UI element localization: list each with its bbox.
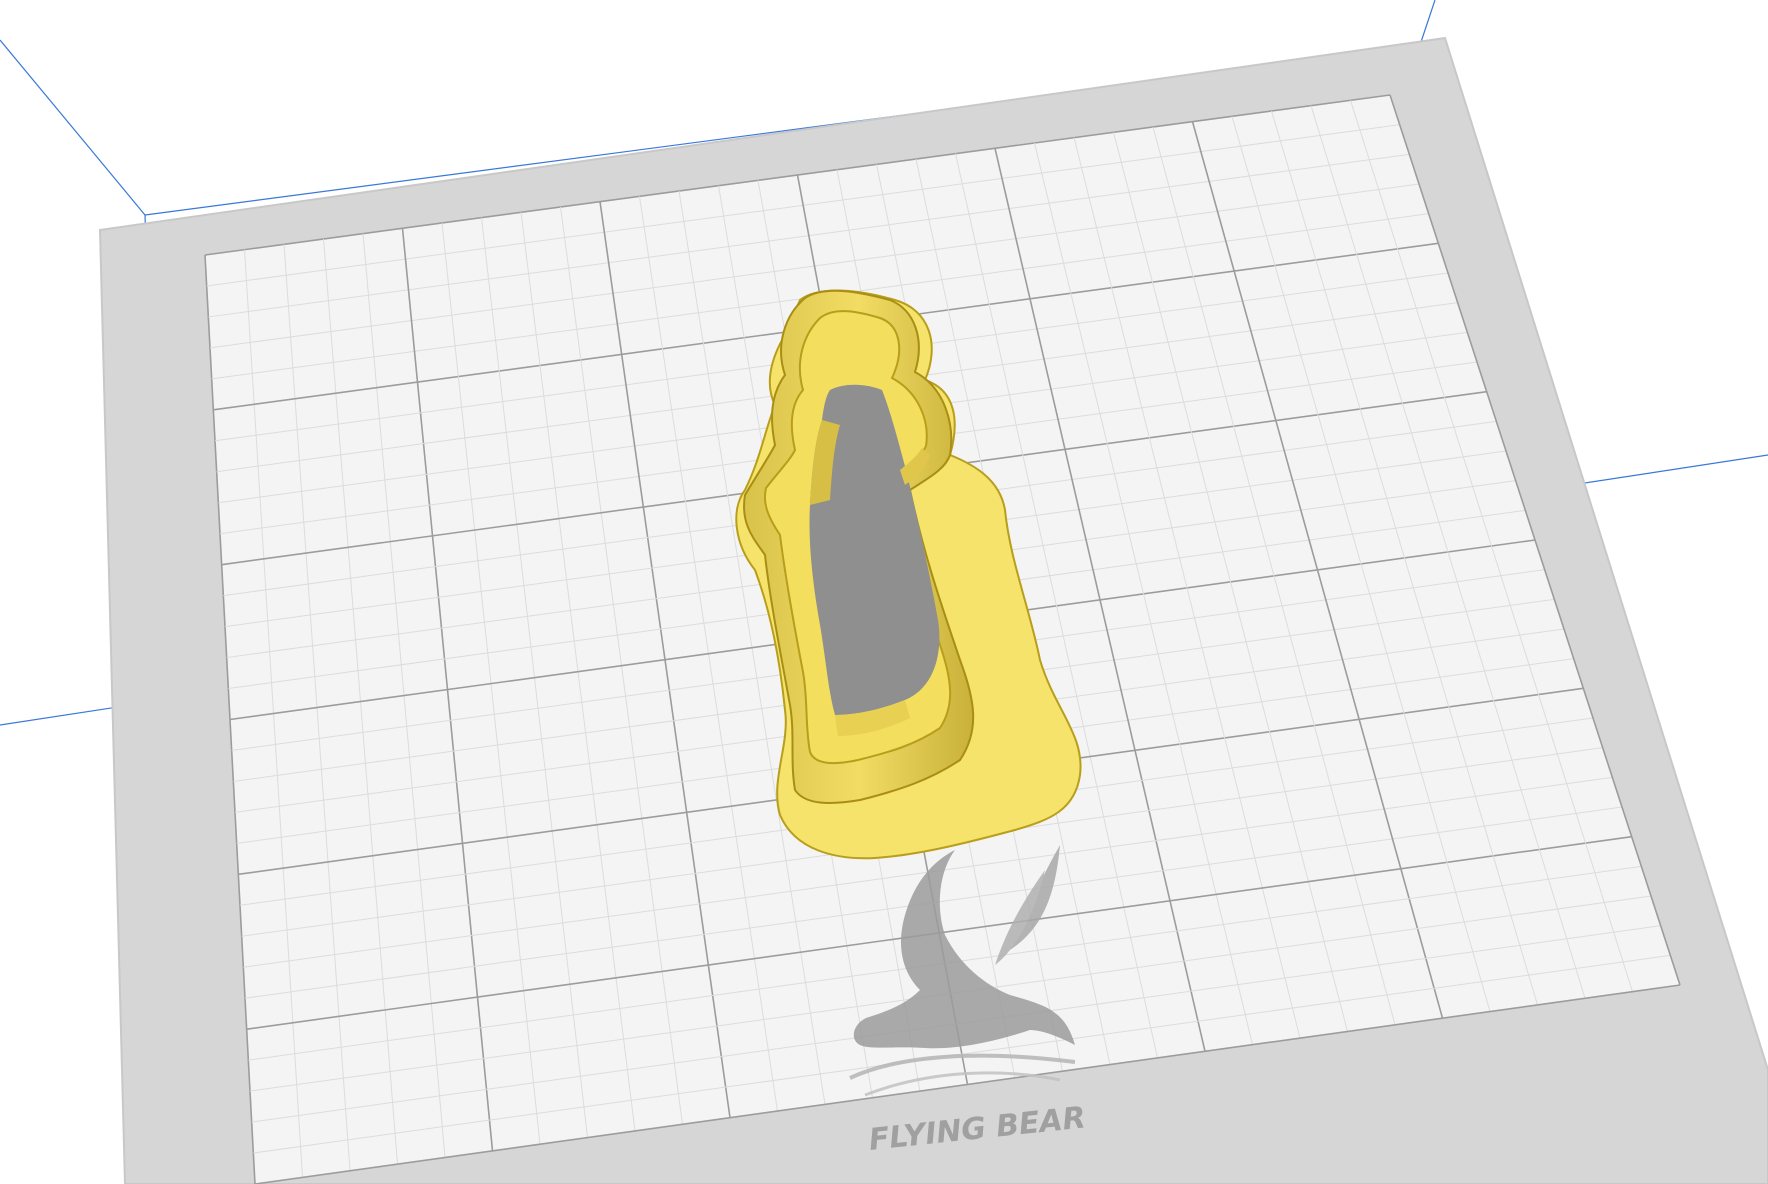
3d-viewport[interactable]: FLYING BEAR — [0, 0, 1768, 1184]
scene-canvas[interactable]: FLYING BEAR — [0, 0, 1768, 1184]
